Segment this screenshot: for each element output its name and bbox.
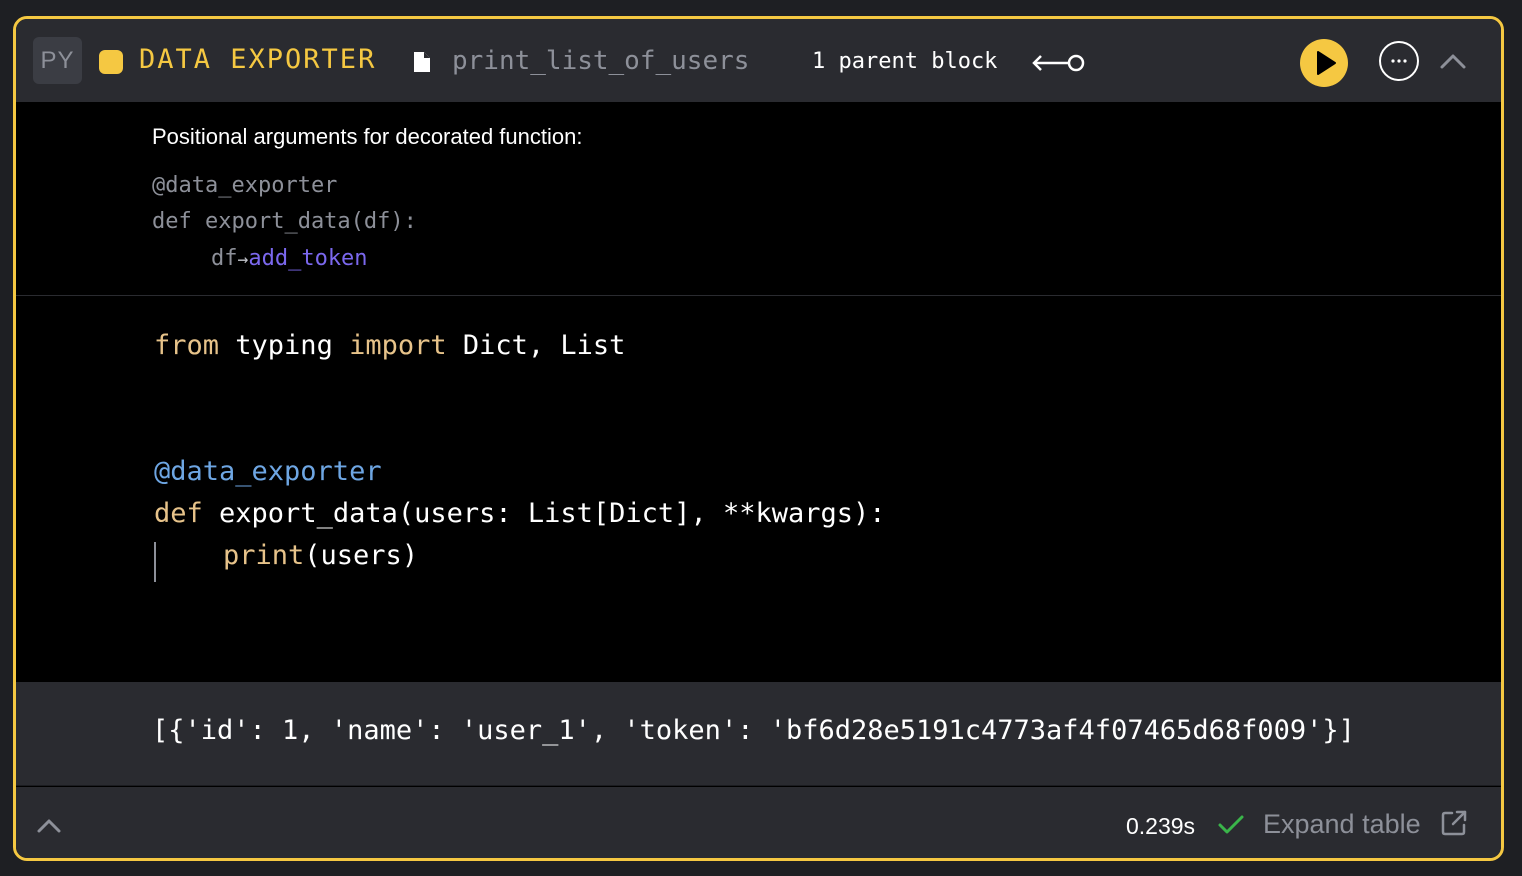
positional-arguments-panel: Positional arguments for decorated funct…: [16, 102, 1501, 296]
code-line-print: print(users): [223, 540, 419, 571]
args-signature: def export_data(df):: [152, 209, 417, 234]
parent-blocks-label[interactable]: 1 parent block: [812, 44, 997, 80]
code-line-def: def export_data(users: List[Dict], **kwa…: [154, 498, 886, 529]
block-header: PY DATA EXPORTER print_list_of_users 1 p…: [16, 19, 1501, 102]
args-decorator: @data_exporter: [152, 173, 338, 198]
indent-guide: [154, 542, 156, 582]
code-block: PY DATA EXPORTER print_list_of_users 1 p…: [13, 16, 1504, 861]
output-panel: [{'id': 1, 'name': 'user_1', 'token': 'b…: [16, 682, 1501, 786]
arrow-right-icon: →: [237, 249, 249, 270]
ellipsis-icon: [1391, 59, 1407, 63]
parent-connection-icon[interactable]: [1032, 52, 1086, 74]
param-name: df: [211, 246, 238, 271]
play-icon: [1317, 51, 1336, 75]
code-line-decorator: @data_exporter: [154, 456, 382, 487]
block-color-indicator: [99, 50, 123, 74]
block-name[interactable]: print_list_of_users: [452, 42, 749, 80]
upstream-block-link[interactable]: add_token: [248, 246, 367, 271]
file-icon: [414, 52, 430, 72]
chevron-up-icon[interactable]: [1437, 47, 1469, 75]
collapse-output-icon[interactable]: [34, 813, 64, 839]
check-icon: [1218, 815, 1244, 834]
code-line-1: from typing import Dict, List: [154, 330, 626, 361]
args-param-row: df→add_token: [211, 244, 368, 275]
block-type-label: DATA EXPORTER: [139, 44, 377, 75]
language-badge: PY: [33, 37, 82, 84]
run-block-button[interactable]: [1300, 39, 1348, 87]
code-editor[interactable]: from typing import Dict, List @data_expo…: [16, 297, 1501, 682]
output-text: [{'id': 1, 'name': 'user_1', 'token': 'b…: [152, 715, 1355, 746]
more-actions-button[interactable]: [1379, 41, 1419, 81]
block-footer: 0.239s Expand table: [16, 787, 1501, 858]
args-title: Positional arguments for decorated funct…: [152, 124, 583, 149]
expand-table-button[interactable]: Expand table: [1263, 805, 1421, 843]
execution-time: 0.239s: [1126, 813, 1196, 839]
external-link-icon[interactable]: [1440, 809, 1468, 837]
